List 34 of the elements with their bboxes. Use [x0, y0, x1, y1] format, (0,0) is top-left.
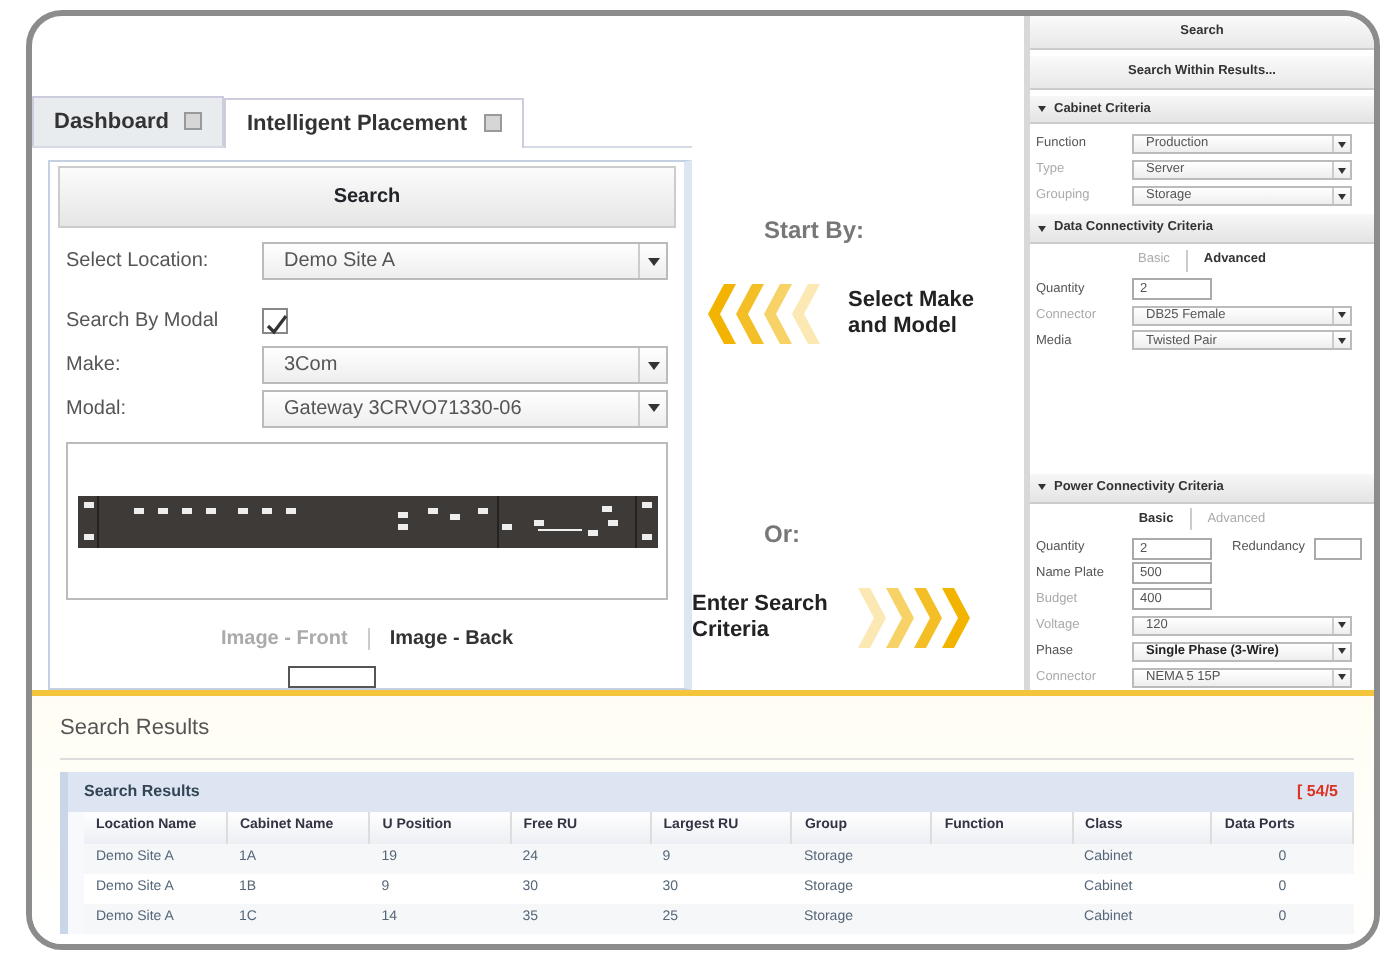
collapse-caret-icon [1038, 484, 1046, 491]
result-count: [ 54/5 [1297, 779, 1338, 803]
dropdown-field[interactable]: Demo Site A [262, 242, 668, 281]
close-icon[interactable] [184, 112, 203, 131]
section-title: Search Results [60, 712, 1354, 759]
dropdown-arrow-icon [1332, 188, 1350, 205]
field-label: Make: [66, 352, 123, 381]
tab[interactable]: Intelligent Placement [224, 97, 523, 148]
dropdown-field[interactable]: 3Com [262, 346, 668, 385]
dropdown-arrow-icon [1332, 307, 1350, 324]
collapse-caret-icon [1038, 105, 1046, 112]
field-label: Select Location: [66, 248, 211, 277]
dropdown-arrow-icon [1332, 332, 1350, 349]
close-icon[interactable] [483, 114, 501, 133]
callout-text: Enter Search Criteria [692, 591, 830, 645]
callout-text: Select Make and Model [848, 287, 976, 341]
callout-heading: Start By: [764, 214, 867, 248]
dropdown-arrow-icon [1332, 136, 1350, 153]
input-field[interactable] [288, 666, 376, 688]
panel-header: Search [58, 166, 676, 228]
image-view-link[interactable]: Image - Back [389, 624, 514, 655]
input-field[interactable] [1313, 537, 1361, 560]
tab[interactable]: Dashboard [32, 95, 225, 146]
dropdown-arrow-icon [1332, 669, 1350, 686]
dropdown-field[interactable]: Gateway 3CRVO71330-06 [262, 389, 668, 428]
grid-title: Search Results [84, 779, 200, 803]
callout-heading: Or: [764, 518, 802, 552]
dropdown-arrow-icon [1332, 162, 1350, 179]
field-label: Modal: [66, 395, 129, 424]
dropdown-arrow-icon [1332, 643, 1350, 660]
field-label: Search By Modal [66, 308, 221, 337]
dropdown-arrow-icon [1332, 617, 1350, 634]
checkbox[interactable] [262, 308, 288, 335]
collapse-caret-icon [1038, 225, 1046, 232]
